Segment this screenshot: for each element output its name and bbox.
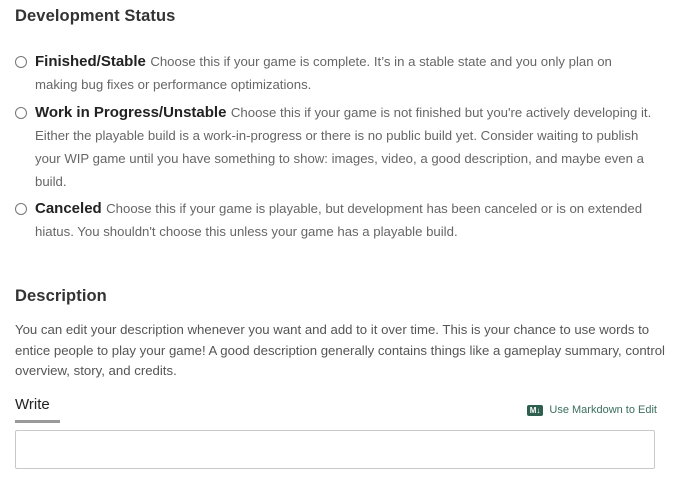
status-radio-wip[interactable] xyxy=(15,107,27,119)
status-option-label[interactable]: Canceled xyxy=(35,200,102,217)
description-help-text: You can edit your description whenever y… xyxy=(15,322,665,378)
description-title: Description xyxy=(15,287,107,305)
status-option-label[interactable]: Work in Progress/Unstable xyxy=(35,104,226,121)
markdown-icon: M↓ xyxy=(526,404,544,416)
status-option-finished[interactable]: Finished/Stable Choose this if your game… xyxy=(15,50,655,96)
development-status-title: Development Status xyxy=(15,7,176,25)
status-radio-canceled[interactable] xyxy=(15,203,27,215)
status-radio-finished[interactable] xyxy=(15,56,27,68)
status-option-canceled[interactable]: Canceled Choose this if your game is pla… xyxy=(15,197,655,243)
markdown-link-label: Use Markdown to Edit xyxy=(549,404,657,416)
description-editor[interactable] xyxy=(15,430,655,469)
status-option-description: Choose this if your game is playable, bu… xyxy=(35,201,643,239)
tab-write[interactable]: Write xyxy=(15,396,60,423)
status-option-label[interactable]: Finished/Stable xyxy=(35,53,146,70)
markdown-edit-link[interactable]: M↓ Use Markdown to Edit xyxy=(526,404,657,416)
status-option-wip[interactable]: Work in Progress/Unstable Choose this if… xyxy=(15,101,655,193)
